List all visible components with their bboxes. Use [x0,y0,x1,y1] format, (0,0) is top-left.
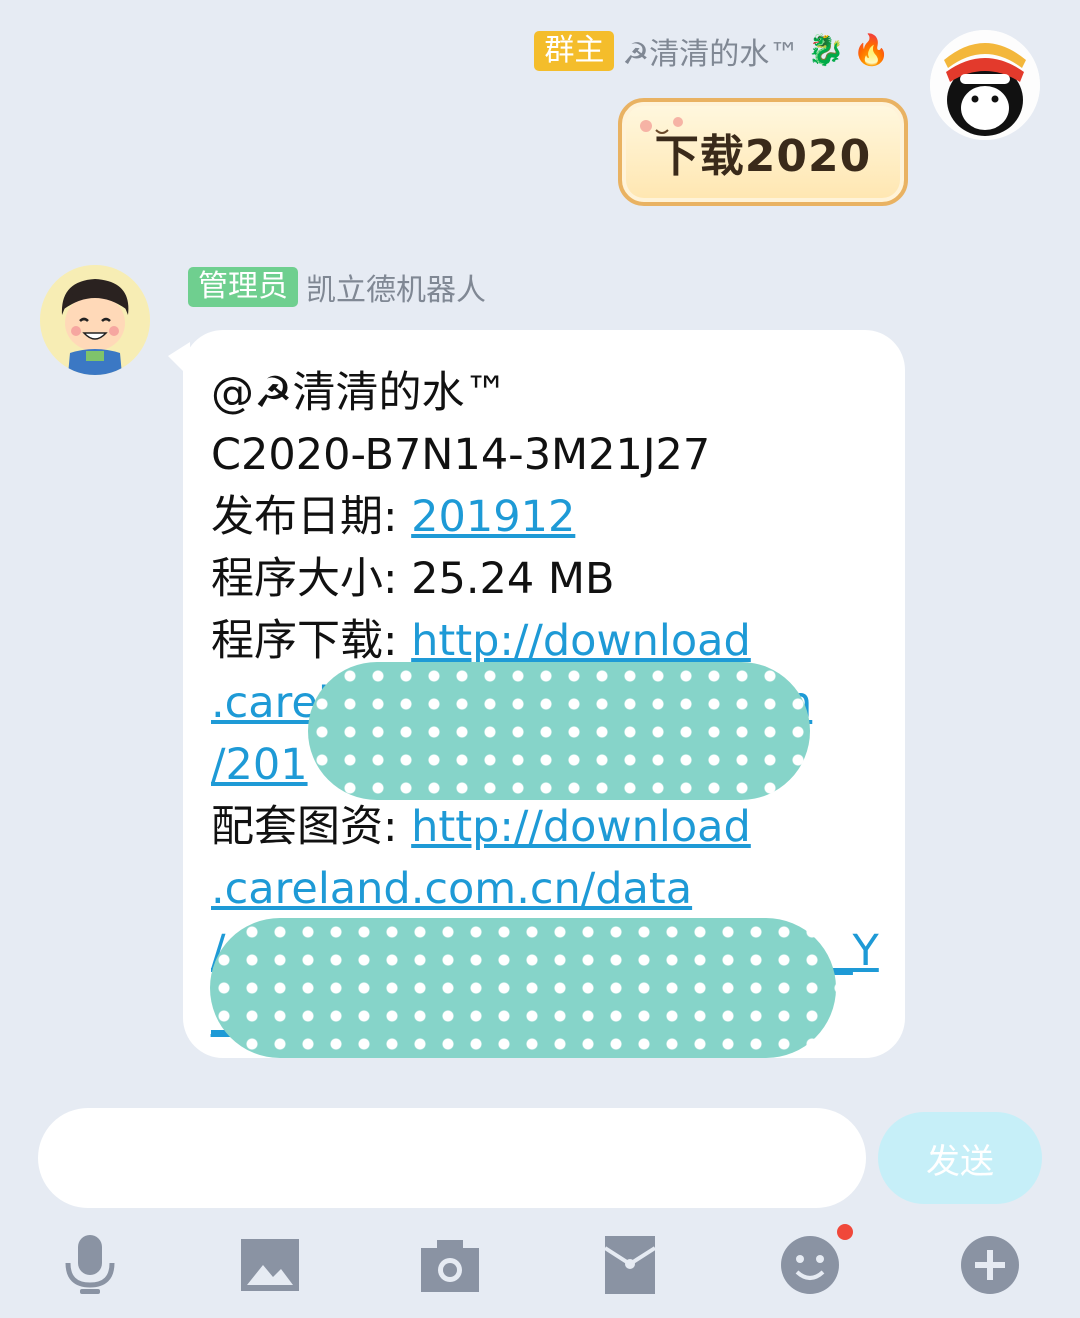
outgoing-sender-name[interactable]: ☭清清的水™ [622,29,799,73]
plus-icon[interactable] [955,1230,1025,1300]
admin-badge: 管理员 [188,267,298,307]
assets-link-segment[interactable]: .careland.com.cn/data [211,864,692,914]
activation-code: C2020-B7N14-3M21J27 [211,430,711,480]
microphone-icon[interactable] [55,1230,125,1300]
incoming-sender-header: 管理员 凯立德机器人 [188,266,486,308]
release-date-link[interactable]: 201912 [411,492,575,542]
message-input[interactable] [38,1108,866,1208]
notification-dot [837,1224,853,1240]
program-download-label: 程序下载: [211,616,412,666]
assets-download-link[interactable]: http://download [411,802,751,852]
program-download-link[interactable]: http://download [411,616,751,666]
program-link-segment-2[interactable]: /201 [211,740,308,790]
sticker-message-bubble[interactable]: 下载2020 [618,98,908,206]
camera-icon[interactable] [415,1230,485,1300]
image-icon[interactable] [235,1230,305,1300]
group-owner-badge: 群主 [534,31,615,71]
incoming-sender-name[interactable]: 凯立德机器人 [306,265,486,309]
chat-toolbar [0,1224,1080,1300]
release-date-line: 发布日期: 201912 [211,486,877,548]
mention-text[interactable]: @☭清清的水™ [211,362,877,424]
emoji-icon[interactable] [775,1224,853,1300]
assets-label: 配套图资: [211,802,412,852]
redaction-mask-1 [308,662,810,800]
send-button[interactable]: 发送 [878,1112,1042,1204]
redaction-mask-2 [210,918,836,1058]
program-size-label: 程序大小: [211,554,412,604]
fire-icon: 🔥 [852,33,890,68]
assets-link-cont-1: .careland.com.cn/data [211,858,877,920]
red-packet-icon[interactable] [595,1230,665,1300]
program-size-line: 程序大小: 25.24 MB [211,548,877,610]
release-date-label: 发布日期: [211,492,412,542]
program-size-value: 25.24 MB [411,554,615,604]
assets-link-tail[interactable]: _Y [831,920,879,982]
assets-download-line: 配套图资: http://download [211,796,877,858]
sticker-face-decoration [640,117,683,134]
my-avatar[interactable] [930,30,1040,140]
bot-avatar[interactable] [40,265,150,375]
outgoing-sender-header: 群主 ☭清清的水™ 🐉 🔥 [534,28,890,74]
dragon-icon: 🐉 [807,33,845,68]
